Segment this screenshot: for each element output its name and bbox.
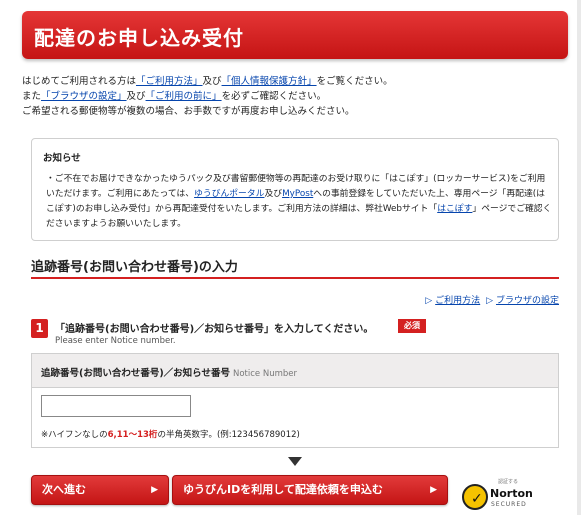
step-instruction: 「追跡番号(お問い合わせ番号)／お知らせ番号」を入力してください。 — [55, 324, 374, 335]
play-arrow-icon: ▶ — [151, 485, 158, 495]
form-label-bar: 追跡番号(お問い合わせ番号)／お知らせ番号 Notice Number — [32, 354, 558, 388]
help-links: ▷ ご利用方法 ▷ ブラウザの設定 — [422, 293, 559, 306]
yubin-id-apply-button-label: ゆうびんIDを利用して配達依頼を申込む — [183, 483, 383, 496]
usage-link[interactable]: 「ご利用方法」 — [136, 76, 203, 87]
notice-title: お知らせ — [43, 153, 81, 164]
intro-line1-prefix: はじめてご利用される方は — [22, 76, 137, 87]
yubin-portal-link[interactable]: ゆうびんポータル — [194, 189, 264, 199]
tracking-number-label: 追跡番号(お問い合わせ番号)／お知らせ番号 Notice Number — [41, 365, 297, 379]
intro-line-1: はじめてご利用される方は「ご利用方法」及び「個人情報保護方針」をご覧ください。 — [22, 74, 570, 89]
section-heading: 追跡番号(お問い合わせ番号)の入力 — [31, 260, 238, 275]
input-note-highlight: 6,11～13桁 — [107, 430, 158, 440]
page-title: 配達のお申し込み受付 — [34, 26, 244, 50]
page-header: 配達のお申し込み受付 — [22, 11, 568, 59]
hakopos-link[interactable]: はこぽす — [437, 204, 472, 214]
mypost-link[interactable]: MyPost — [282, 189, 313, 199]
norton-secured-text: SECURED — [491, 501, 527, 508]
norton-small-text: 認証する — [498, 479, 519, 485]
browser-settings-link[interactable]: 「ブラウザの設定」 — [41, 91, 127, 102]
step-number: 1 — [31, 319, 48, 338]
intro-line1-mid: 及び — [202, 76, 222, 87]
yubin-id-apply-button[interactable]: ゆうびんIDを利用して配達依頼を申込む ▶ — [172, 475, 448, 505]
step-instruction-en: Please enter Notice number. — [55, 336, 176, 346]
help-browser-link[interactable]: ブラウザの設定 — [496, 296, 559, 306]
tracking-number-input[interactable] — [41, 395, 191, 417]
norton-secured-badge[interactable]: 認証する ✓ Norton SECURED — [460, 478, 538, 512]
intro-line-3: ご希望される郵便物等が複数の場合、お手数ですが再度お申し込みください。 — [22, 106, 355, 117]
tracking-number-label-ja: 追跡番号(お問い合わせ番号)／お知らせ番号 — [41, 368, 230, 379]
chevron-right-icon: ▷ — [425, 296, 433, 306]
intro-line-2: また「ブラウザの設定」及び「ご利用の前に」を必ずご確認ください。 — [22, 89, 570, 104]
notice-box: お知らせ ・ご不在でお届けできなかったゆうパック及び書留郵便物等の再配達のお受け… — [31, 138, 559, 241]
privacy-policy-link[interactable]: 「個人情報保護方針」 — [222, 76, 317, 87]
required-badge: 必須 — [398, 319, 426, 333]
intro-line2-suffix: を必ずご確認ください。 — [221, 91, 327, 102]
intro-line2-mid: 及び — [126, 91, 146, 102]
intro-line2-prefix: また — [22, 91, 42, 102]
arrow-down-icon — [288, 457, 302, 466]
before-use-link[interactable]: 「ご利用の前に」 — [146, 91, 222, 102]
intro-text: はじめてご利用される方は「ご利用方法」及び「個人情報保護方針」をご覧ください。 … — [22, 74, 570, 119]
tracking-form-panel: 追跡番号(お問い合わせ番号)／お知らせ番号 Notice Number ※ハイフン… — [31, 353, 559, 448]
play-arrow-icon: ▶ — [430, 485, 437, 495]
input-note-prefix: ※ハイフンなしの — [41, 430, 108, 440]
chevron-right-icon: ▷ — [486, 296, 493, 306]
notice-part-2: 及び — [264, 189, 283, 199]
section-divider — [31, 277, 559, 279]
notice-text: ・ご不在でお届けできなかったゆうパック及び書留郵便物等の再配達のお受け取りに「は… — [46, 172, 552, 232]
intro-line1-suffix: をご覧ください。 — [316, 76, 393, 87]
help-usage-link[interactable]: ご利用方法 — [435, 296, 480, 306]
next-button[interactable]: 次へ進む ▶ — [31, 475, 169, 505]
input-note-suffix: の半角英数字。(例:123456789012) — [157, 430, 300, 440]
norton-check-icon: ✓ — [462, 484, 488, 510]
norton-brand: Norton — [490, 487, 533, 500]
input-note: ※ハイフンなしの6,11～13桁の半角英数字。(例:123456789012) — [41, 428, 300, 440]
tracking-number-label-en: Notice Number — [233, 369, 298, 379]
scrollbar[interactable] — [577, 0, 581, 515]
next-button-label: 次へ進む — [42, 483, 86, 496]
